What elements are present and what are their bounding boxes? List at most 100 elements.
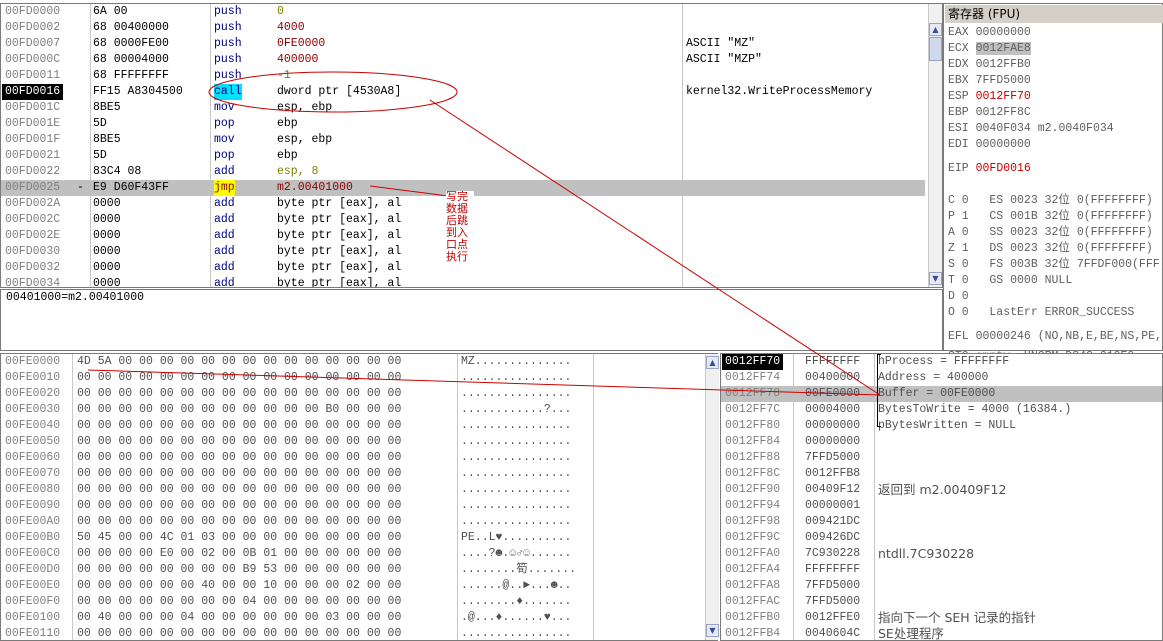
dump-ascii: ......@..►...☻.. bbox=[461, 579, 572, 592]
disasm-row[interactable]: 00FD000C 68 00004000 push 400000 ASCII "MZP" bbox=[1, 52, 925, 68]
dump-row[interactable]: 00FE0080 00 00 00 00 00 00 00 00 00 00 00… bbox=[1, 482, 717, 498]
register-eip[interactable]: EIP 00FD0016 bbox=[948, 161, 1031, 177]
memory-dump-pane[interactable]: 00FE0000 4D 5A 00 00 00 00 00 00 00 00 00… bbox=[0, 353, 718, 641]
dump-row[interactable]: 00FE0110 00 00 00 00 00 00 00 00 00 00 00… bbox=[1, 626, 717, 640]
dump-row[interactable]: 00FE00D0 00 00 00 00 00 00 00 00 B9 53 00… bbox=[1, 562, 717, 578]
flag-row[interactable]: A 0 SS 0023 32位 0(FFFFFFFF) bbox=[948, 225, 1162, 241]
register-edx[interactable]: EDX 0012FFB0 bbox=[948, 57, 1031, 73]
flag-row[interactable]: O 0 LastErr ERROR_SUCCESS bbox=[948, 305, 1162, 321]
disassembly-scrollbar[interactable]: ▲ ▼ bbox=[928, 4, 942, 287]
disasm-row[interactable]: 00FD0000 6A 00 push 0 bbox=[1, 4, 925, 20]
disasm-row[interactable]: 00FD0022 83C4 08 add esp, 8 bbox=[1, 164, 925, 180]
stack-value: 7C930228 bbox=[805, 547, 861, 560]
disasm-row[interactable]: 00FD0021 5D pop ebp bbox=[1, 148, 925, 164]
stack-address: 0012FF94 bbox=[725, 499, 781, 512]
disasm-mnemonic: add bbox=[214, 213, 235, 226]
stack-row[interactable]: 0012FFA4 FFFFFFFF bbox=[721, 562, 1162, 578]
disasm-row[interactable]: 00FD001F 8BE5 mov esp, ebp bbox=[1, 132, 925, 148]
register-ecx[interactable]: ECX 0012FAE8 bbox=[948, 41, 1031, 57]
stack-row[interactable]: 0012FFB0 0012FFE0 指向下一个 SEH 记录的指针 bbox=[721, 610, 1162, 626]
scroll-up-arrow-icon[interactable]: ▲ bbox=[706, 356, 719, 369]
disasm-operand: byte ptr [eax], al bbox=[277, 261, 402, 274]
dump-row[interactable]: 00FE0000 4D 5A 00 00 00 00 00 00 00 00 00… bbox=[1, 354, 717, 370]
stack-row[interactable]: 0012FFA8 7FFD5000 bbox=[721, 578, 1162, 594]
dump-row[interactable]: 00FE0090 00 00 00 00 00 00 00 00 00 00 00… bbox=[1, 498, 717, 514]
disasm-row[interactable]: 00FD0011 68 FFFFFFFF push -1 bbox=[1, 68, 925, 84]
stack-row[interactable]: 0012FF94 00000001 bbox=[721, 498, 1162, 514]
stack-row[interactable]: 0012FF7C 00004000 BytesToWrite = 4000 (163… bbox=[721, 402, 1162, 418]
register-name: ESI bbox=[948, 122, 969, 135]
register-ebp[interactable]: EBP 0012FF8C bbox=[948, 105, 1031, 121]
flag-row[interactable]: S 0 FS 003B 32位 7FFDF000(FFF) bbox=[948, 257, 1162, 273]
disasm-row[interactable]: 00FD0002 68 00400000 push 4000 bbox=[1, 20, 925, 36]
scroll-down-arrow-icon[interactable]: ▼ bbox=[706, 624, 719, 637]
stack-row[interactable]: 0012FFAC 7FFD5000 bbox=[721, 594, 1162, 610]
disasm-operand: esp, ebp bbox=[277, 133, 333, 146]
stack-value: 00000001 bbox=[805, 499, 861, 512]
disasm-row[interactable]: 00FD0007 68 0000FE00 push 0FE0000 ASCII "MZ" bbox=[1, 36, 925, 52]
dump-row[interactable]: 00FE00C0 00 00 00 00 E0 00 02 00 0B 01 00… bbox=[1, 546, 717, 562]
stack-row[interactable]: 0012FF88 7FFD5000 bbox=[721, 450, 1162, 466]
dump-row[interactable]: 00FE0010 00 00 00 00 00 00 00 00 00 00 00… bbox=[1, 370, 717, 386]
disasm-address: 00FD0034 bbox=[5, 277, 61, 288]
dump-ascii: ................ bbox=[461, 387, 572, 400]
disasm-row[interactable]: 00FD0034 0000 add byte ptr [eax], al bbox=[1, 276, 925, 288]
disasm-row[interactable]: 00FD001E 5D pop ebp bbox=[1, 116, 925, 132]
stack-row[interactable]: 0012FF9C 009426DC bbox=[721, 530, 1162, 546]
dump-row[interactable]: 00FE0070 00 00 00 00 00 00 00 00 00 00 00… bbox=[1, 466, 717, 482]
disasm-hex: 0000 bbox=[93, 229, 121, 242]
scroll-thumb[interactable] bbox=[929, 37, 942, 61]
dump-hex: 00 00 00 00 E0 00 02 00 0B 01 00 00 00 0… bbox=[77, 547, 402, 560]
efl-row[interactable]: EFL 00000246 (NO,NB,E,BE,NS,PE,GE,LE) bbox=[948, 329, 1162, 345]
stack-row[interactable]: 0012FFB4 0040604C SE处理程序 bbox=[721, 626, 1162, 640]
disasm-row[interactable]: 00FD0016 FF15 A8304500 call dword ptr [4530… bbox=[1, 84, 925, 100]
dump-row[interactable]: 00FE00E0 00 00 00 00 00 00 40 00 00 10 00… bbox=[1, 578, 717, 594]
stack-value: FFFFFFFF bbox=[805, 563, 861, 576]
stack-comment: pBytesWritten = NULL bbox=[878, 419, 1017, 432]
register-edi[interactable]: EDI 00000000 bbox=[948, 137, 1031, 153]
stack-row[interactable]: 0012FF98 009421DC bbox=[721, 514, 1162, 530]
stack-row[interactable]: 0012FF78 00FE0000 Buffer = 00FE0000 bbox=[721, 386, 1162, 402]
stack-row[interactable]: 0012FF8C 0012FFB8 bbox=[721, 466, 1162, 482]
scroll-down-arrow-icon[interactable]: ▼ bbox=[929, 272, 942, 285]
stack-row[interactable]: 0012FFA0 7C930228 ntdll.7C930228 bbox=[721, 546, 1162, 562]
register-eax[interactable]: EAX 00000000 bbox=[948, 25, 1031, 41]
dump-row[interactable]: 00FE00A0 00 00 00 00 00 00 00 00 00 00 00… bbox=[1, 514, 717, 530]
register-esp[interactable]: ESP 0012FF70 bbox=[948, 89, 1031, 105]
dump-row[interactable]: 00FE00F0 00 00 00 00 00 00 00 00 04 00 00… bbox=[1, 594, 717, 610]
stack-row[interactable]: 0012FF84 00000000 bbox=[721, 434, 1162, 450]
register-name: EDX bbox=[948, 58, 969, 71]
dump-row[interactable]: 00FE0040 00 00 00 00 00 00 00 00 00 00 00… bbox=[1, 418, 717, 434]
scroll-up-arrow-icon[interactable]: ▲ bbox=[929, 23, 942, 36]
disasm-operand: m2.00401000 bbox=[277, 181, 353, 194]
stack-row[interactable]: 0012FF74 00400000 Address = 400000 bbox=[721, 370, 1162, 386]
flag-row[interactable]: C 0 ES 0023 32位 0(FFFFFFFF) bbox=[948, 193, 1162, 209]
flag-row[interactable]: Z 1 DS 0023 32位 0(FFFFFFFF) bbox=[948, 241, 1162, 257]
flag-row[interactable]: P 1 CS 001B 32位 0(FFFFFFFF) bbox=[948, 209, 1162, 225]
disasm-row[interactable]: 00FD001C 8BE5 mov esp, ebp bbox=[1, 100, 925, 116]
register-ebx[interactable]: EBX 7FFD5000 bbox=[948, 73, 1031, 89]
dump-row[interactable]: 00FE0060 00 00 00 00 00 00 00 00 00 00 00… bbox=[1, 450, 717, 466]
stack-scrollbar[interactable]: ▲ ▼ bbox=[705, 354, 719, 640]
stack-row[interactable]: 0012FF70 FFFFFFFF hProcess = FFFFFFFF bbox=[721, 354, 1162, 370]
disasm-address: 00FD0016 bbox=[2, 84, 64, 100]
dump-row[interactable]: 00FE0030 00 00 00 00 00 00 00 00 00 00 00… bbox=[1, 402, 717, 418]
disasm-address: 00FD0021 bbox=[5, 149, 61, 162]
dump-row[interactable]: 00FE00B0 50 45 00 00 4C 01 03 00 00 00 00… bbox=[1, 530, 717, 546]
flag-row[interactable]: T 0 GS 0000 NULL bbox=[948, 273, 1162, 289]
dump-address: 00FE0030 bbox=[5, 403, 61, 416]
stack-row[interactable]: 0012FF90 00409F12 返回到 m2.00409F12 bbox=[721, 482, 1162, 498]
dump-row[interactable]: 00FE0050 00 00 00 00 00 00 00 00 00 00 00… bbox=[1, 434, 717, 450]
stack-pane[interactable]: 0012FF70 FFFFFFFF hProcess = FFFFFFFF 0012F… bbox=[720, 353, 1163, 641]
dump-listing[interactable]: 00FE0000 4D 5A 00 00 00 00 00 00 00 00 00… bbox=[1, 354, 717, 640]
stack-row[interactable]: 0012FF80 00000000 pBytesWritten = NULL bbox=[721, 418, 1162, 434]
stack-listing[interactable]: 0012FF70 FFFFFFFF hProcess = FFFFFFFF 0012F… bbox=[721, 354, 1162, 640]
disasm-hex: 68 00004000 bbox=[93, 53, 169, 66]
register-esi[interactable]: ESI 0040F034 m2.0040F034 bbox=[948, 121, 1114, 137]
dump-row[interactable]: 00FE0100 00 40 00 00 00 04 00 00 00 00 00… bbox=[1, 610, 717, 626]
flag-row[interactable]: D 0 bbox=[948, 289, 1162, 305]
dump-ascii: MZ.............. bbox=[461, 355, 572, 368]
disasm-mnemonic: jmp bbox=[214, 180, 235, 196]
call-args-bracket bbox=[877, 370, 881, 386]
dump-row[interactable]: 00FE0020 00 00 00 00 00 00 00 00 00 00 00… bbox=[1, 386, 717, 402]
